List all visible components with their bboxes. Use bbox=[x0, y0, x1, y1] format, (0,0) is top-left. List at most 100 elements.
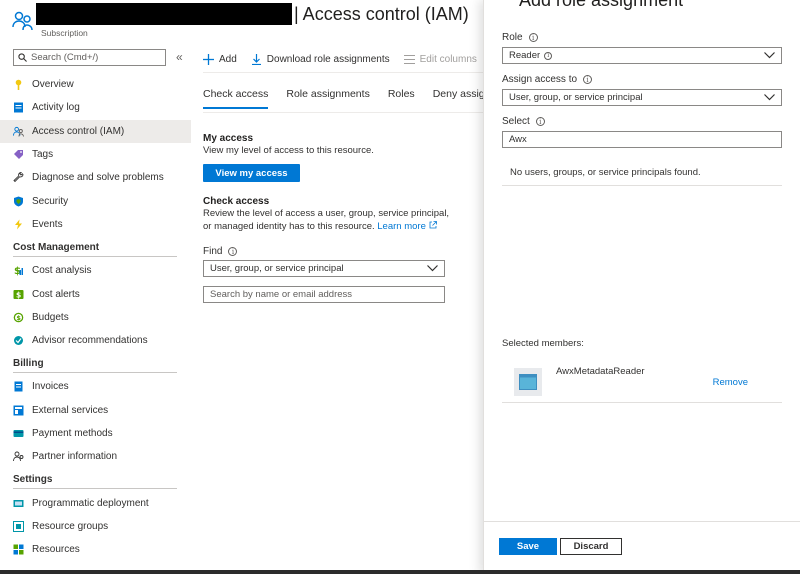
sidebar-item-label: Budgets bbox=[32, 311, 69, 323]
download-icon bbox=[251, 53, 261, 65]
sidebar-item-label: Cost alerts bbox=[32, 288, 80, 300]
sidebar-item-resource-groups[interactable]: Resource groups bbox=[0, 515, 191, 538]
download-role-assignments-button[interactable]: Download role assignments bbox=[251, 53, 390, 65]
sidebar-search-input[interactable]: Search (Cmd+/) bbox=[13, 49, 166, 66]
role-dropdown[interactable]: Reader i bbox=[502, 47, 782, 64]
sidebar-item-diagnose[interactable]: Diagnose and solve problems bbox=[0, 166, 191, 189]
select-member-input[interactable]: Awx bbox=[502, 131, 782, 148]
page-subtitle: Subscription bbox=[41, 28, 88, 38]
remove-member-link[interactable]: Remove bbox=[713, 377, 748, 388]
sidebar-item-activity-log[interactable]: Activity log bbox=[0, 96, 191, 119]
sidebar-item-label: Cost analysis bbox=[32, 265, 92, 277]
info-icon[interactable]: i bbox=[544, 51, 553, 60]
external-services-icon bbox=[13, 405, 24, 416]
deployment-icon bbox=[13, 498, 24, 509]
add-button[interactable]: Add bbox=[203, 53, 237, 65]
discard-button[interactable]: Discard bbox=[560, 538, 622, 555]
search-by-name-placeholder: Search by name or email address bbox=[210, 289, 353, 300]
check-access-title: Check access bbox=[203, 196, 270, 207]
info-icon[interactable]: i bbox=[583, 75, 593, 84]
selected-member-item: AwxMetadataReader Remove bbox=[502, 360, 782, 403]
tab-bar: Check access Role assignments Roles Deny… bbox=[203, 88, 499, 109]
people-icon bbox=[13, 126, 24, 137]
assign-access-label-row: Assign access to i bbox=[502, 74, 593, 85]
sidebar-item-partner-information[interactable]: Partner information bbox=[0, 445, 191, 468]
collapse-sidebar-button[interactable]: « bbox=[176, 50, 183, 64]
sidebar-item-label: Diagnose and solve problems bbox=[32, 172, 164, 184]
check-access-text-line2-text: or managed identity has to this resource… bbox=[203, 220, 375, 232]
sidebar-item-external-services[interactable]: External services bbox=[0, 399, 191, 422]
sidebar-item-label: External services bbox=[32, 404, 109, 416]
assign-access-dropdown[interactable]: User, group, or service principal bbox=[502, 89, 782, 106]
sidebar-item-label: Security bbox=[32, 195, 69, 207]
sidebar-item-cost-alerts[interactable]: $ Cost alerts bbox=[0, 282, 191, 305]
bottom-edge-bar bbox=[0, 570, 800, 574]
sidebar-item-security[interactable]: Security bbox=[0, 189, 191, 212]
sidebar-item-advisor[interactable]: Advisor recommendations bbox=[0, 329, 191, 352]
view-my-access-button[interactable]: View my access bbox=[203, 164, 300, 182]
tab-roles[interactable]: Roles bbox=[388, 88, 415, 109]
sidebar-item-resources[interactable]: Resources bbox=[0, 538, 191, 561]
find-label-row: Find i bbox=[203, 246, 238, 257]
page-header: | Access control (IAM) Subscription bbox=[0, 0, 483, 44]
sidebar-item-label: Programmatic deployment bbox=[32, 497, 149, 509]
lightning-icon bbox=[13, 219, 24, 230]
sidebar-item-budgets[interactable]: $ Budgets bbox=[0, 306, 191, 329]
sidebar-item-label: Events bbox=[32, 218, 63, 230]
info-icon[interactable]: i bbox=[228, 247, 238, 256]
sidebar-item-label: Resource groups bbox=[32, 520, 109, 532]
edit-columns-button[interactable]: Edit columns bbox=[403, 54, 477, 65]
activity-log-icon bbox=[13, 102, 24, 113]
sidebar-item-overview[interactable]: Overview bbox=[0, 73, 191, 96]
select-label: Select bbox=[502, 116, 530, 127]
budgets-icon: $ bbox=[13, 312, 24, 323]
sidebar-item-label: Activity log bbox=[32, 102, 80, 114]
service-principal-icon bbox=[514, 368, 542, 396]
info-icon[interactable]: i bbox=[535, 117, 545, 126]
tab-check-access[interactable]: Check access bbox=[203, 88, 269, 109]
sidebar-group-settings: Settings bbox=[0, 468, 191, 491]
download-button-label: Download role assignments bbox=[266, 53, 390, 65]
learn-more-label: Learn more bbox=[377, 220, 426, 232]
chevron-down-icon bbox=[427, 265, 438, 272]
add-role-assignment-panel: Add role assignment Role i Reader i Assig… bbox=[483, 0, 800, 574]
sidebar-item-label: Tags bbox=[32, 149, 54, 161]
chevron-down-icon bbox=[764, 52, 775, 59]
tab-role-assignments[interactable]: Role assignments bbox=[286, 88, 369, 109]
shield-icon bbox=[13, 196, 24, 207]
page-title: | Access control (IAM) bbox=[294, 4, 469, 24]
advisor-icon bbox=[13, 335, 24, 346]
toolbar: Add Download role assignments Edit colum… bbox=[203, 48, 477, 70]
sidebar-item-label: Advisor recommendations bbox=[32, 335, 148, 347]
info-icon[interactable]: i bbox=[528, 33, 538, 42]
svg-text:$: $ bbox=[16, 290, 21, 299]
toolbar-divider bbox=[203, 72, 483, 73]
sidebar-item-cost-analysis[interactable]: $ Cost analysis bbox=[0, 259, 191, 282]
sidebar-item-label: Partner information bbox=[32, 451, 118, 463]
tag-icon bbox=[13, 149, 24, 160]
sidebar-item-label: Invoices bbox=[32, 381, 69, 393]
panel-title: Add role assignment bbox=[519, 0, 684, 10]
chevron-down-icon bbox=[764, 94, 775, 101]
learn-more-link[interactable]: Learn more bbox=[377, 220, 437, 232]
assign-access-value: User, group, or service principal bbox=[509, 92, 643, 103]
save-button[interactable]: Save bbox=[499, 538, 557, 555]
add-button-label: Add bbox=[219, 53, 237, 65]
sidebar-item-events[interactable]: Events bbox=[0, 213, 191, 236]
cost-analysis-icon: $ bbox=[13, 265, 24, 276]
select-member-value: Awx bbox=[509, 134, 527, 145]
panel-footer-divider bbox=[484, 521, 800, 522]
sidebar-item-label: Payment methods bbox=[32, 428, 113, 439]
sidebar-item-invoices[interactable]: Invoices bbox=[0, 375, 191, 398]
sidebar-item-payment-methods[interactable]: Payment methods bbox=[0, 422, 191, 445]
sidebar-item-label: Access control (IAM) bbox=[32, 125, 125, 137]
sidebar-item-tags[interactable]: Tags bbox=[0, 143, 191, 166]
find-dropdown[interactable]: User, group, or service principal bbox=[203, 260, 445, 277]
partner-icon bbox=[13, 451, 24, 462]
search-by-name-input[interactable]: Search by name or email address bbox=[203, 286, 445, 303]
sidebar-group-billing: Billing bbox=[0, 352, 191, 375]
sidebar-item-label: Resources bbox=[32, 544, 80, 556]
sidebar-item-programmatic-deployment[interactable]: Programmatic deployment bbox=[0, 491, 191, 514]
resources-icon bbox=[13, 544, 24, 555]
sidebar-item-access-control[interactable]: Access control (IAM) bbox=[0, 119, 191, 143]
